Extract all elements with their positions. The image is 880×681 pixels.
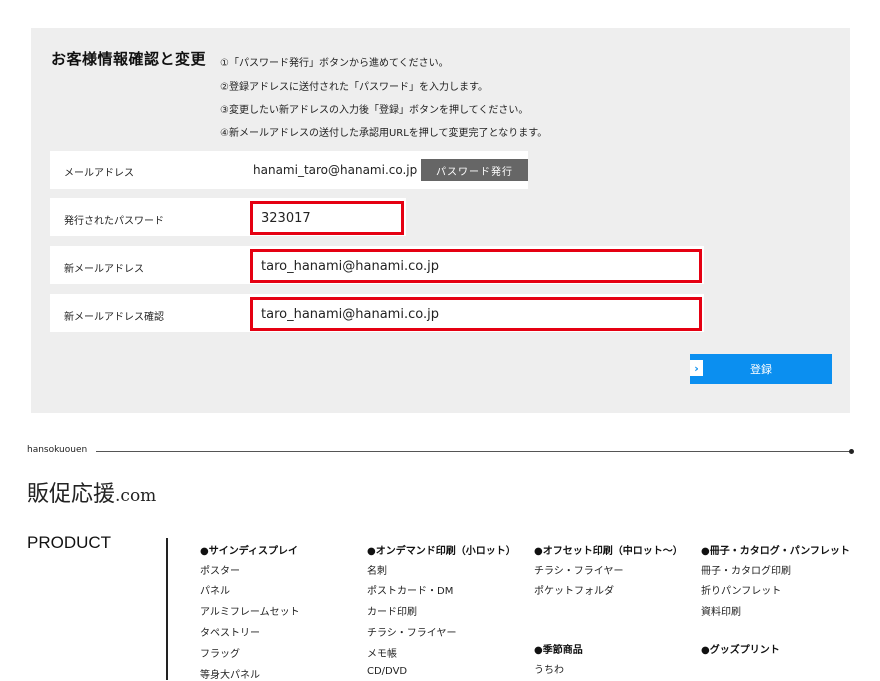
register-button-label: 登録 <box>750 363 772 376</box>
instruction-step-2: ②登録アドレスに送付された「パスワード」を入力します。 <box>220 82 488 93</box>
instruction-step-4: ④新メールアドレスの送付した承認用URLを押して変更完了となります。 <box>220 128 548 139</box>
site-logo[interactable]: 販促応援.com <box>27 476 156 508</box>
link-flag[interactable]: フラッグ <box>200 645 240 660</box>
link-cd-dvd[interactable]: CD/DVD <box>367 666 407 677</box>
link-memo-pad[interactable]: メモ帳 <box>367 645 397 660</box>
current-email-value: hanami_taro@hanami.co.jp <box>253 163 418 177</box>
link-poster[interactable]: ポスター <box>200 562 240 577</box>
new-email-label: 新メールアドレス <box>64 264 144 275</box>
password-label: 発行されたパスワード <box>64 216 164 227</box>
password-input[interactable]: 323017 <box>250 201 404 235</box>
link-booklet-printing[interactable]: 冊子・カタログ印刷 <box>701 562 791 577</box>
link-postcard-dm[interactable]: ポストカード・DM <box>367 582 453 597</box>
product-heading: PRODUCT <box>27 533 112 552</box>
divider-line <box>96 451 850 452</box>
link-aluminum-frame-set[interactable]: アルミフレームセット <box>200 603 300 618</box>
arrow-right-icon: › <box>690 360 703 376</box>
instruction-step-1: ①「パスワード発行」ボタンから進めてください。 <box>220 58 449 69</box>
register-button[interactable]: › 登録 <box>690 354 832 384</box>
new-email-input[interactable]: taro_hanami@hanami.co.jp <box>250 249 702 283</box>
divider-dot <box>849 449 854 454</box>
category-offset-printing[interactable]: ●オフセット印刷（中ロット〜） <box>534 542 683 557</box>
link-flyer-ondemand[interactable]: チラシ・フライヤー <box>367 624 457 639</box>
link-folded-pamphlet[interactable]: 折りパンフレット <box>701 582 781 597</box>
email-label: メールアドレス <box>64 168 134 179</box>
new-email-confirm-label: 新メールアドレス確認 <box>64 312 164 323</box>
link-life-size-panel[interactable]: 等身大パネル <box>200 666 260 681</box>
new-email-confirm-input[interactable]: taro_hanami@hanami.co.jp <box>250 297 702 331</box>
link-uchiwa[interactable]: うちわ <box>534 661 564 676</box>
link-business-card[interactable]: 名刺 <box>367 562 387 577</box>
category-booklet-catalog[interactable]: ●冊子・カタログ・パンフレット <box>701 542 850 557</box>
logo-suffix: .com <box>115 486 157 506</box>
category-on-demand-printing[interactable]: ●オンデマンド印刷（小ロット） <box>367 542 516 557</box>
logo-main: 販促応援 <box>27 482 116 507</box>
link-tapestry[interactable]: タペストリー <box>200 624 260 639</box>
section-title: お客様情報確認と変更 <box>51 50 207 68</box>
link-pocket-folder[interactable]: ポケットフォルダ <box>534 582 614 597</box>
link-panel[interactable]: パネル <box>200 582 230 597</box>
category-goods-print[interactable]: ●グッズプリント <box>701 641 780 656</box>
category-seasonal[interactable]: ●季節商品 <box>534 641 583 656</box>
issue-password-button[interactable]: パスワード発行 <box>421 159 528 181</box>
category-sign-display[interactable]: ●サインディスプレイ <box>200 542 298 557</box>
link-document-printing[interactable]: 資料印刷 <box>701 603 741 618</box>
instruction-step-3: ③変更したい新アドレスの入力後「登録」ボタンを押してください。 <box>220 105 529 116</box>
product-divider <box>166 538 168 680</box>
link-card-printing[interactable]: カード印刷 <box>367 603 417 618</box>
brand-small-text: hansokuouen <box>27 445 88 455</box>
link-flyer-offset[interactable]: チラシ・フライヤー <box>534 562 624 577</box>
